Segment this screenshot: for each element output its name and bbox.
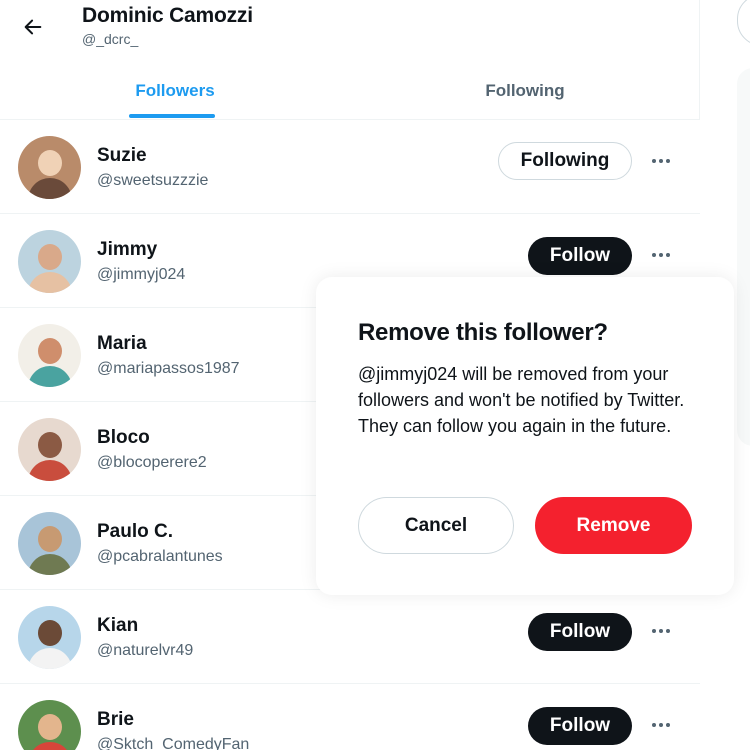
remove-follower-dialog: Remove this follower? @jimmyj024 will be… [316, 277, 734, 595]
follow-button[interactable]: Follow [528, 237, 632, 275]
avatar[interactable] [18, 418, 81, 481]
avatar-head-shape [38, 714, 62, 740]
avatar-head-shape [38, 526, 62, 552]
follower-name[interactable]: Kian [97, 615, 138, 637]
cancel-button[interactable]: Cancel [358, 497, 514, 554]
page-handle: @_dcrc_ [82, 31, 139, 47]
avatar-head-shape [38, 244, 62, 270]
avatar[interactable] [18, 700, 81, 750]
avatar[interactable] [18, 324, 81, 387]
search-box[interactable] [737, 0, 750, 46]
follower-name[interactable]: Bloco [97, 427, 150, 449]
following-button[interactable]: Following [498, 142, 632, 180]
more-options-button[interactable] [646, 240, 676, 270]
active-tab-indicator [129, 114, 215, 118]
back-button[interactable] [14, 8, 52, 46]
follow-button[interactable]: Follow [528, 707, 632, 745]
tab-followers[interactable]: Followers [0, 62, 350, 120]
avatar[interactable] [18, 230, 81, 293]
follower-handle: @sweetsuzzzie [97, 172, 209, 189]
more-options-button[interactable] [646, 146, 676, 176]
more-horizontal-icon [652, 629, 670, 633]
remove-button[interactable]: Remove [535, 497, 692, 554]
avatar-head-shape [38, 338, 62, 364]
avatar-head-shape [38, 432, 62, 458]
tab-bar: Followers Following [0, 62, 700, 120]
follower-handle: @jimmyj024 [97, 266, 186, 283]
profile-header: Dominic Camozzi @_dcrc_ Followers Follow… [0, 0, 700, 120]
avatar[interactable] [18, 606, 81, 669]
more-horizontal-icon [652, 253, 670, 257]
avatar-head-shape [38, 620, 62, 646]
avatar[interactable] [18, 512, 81, 575]
follower-name[interactable]: Suzie [97, 145, 147, 167]
follower-name[interactable]: Jimmy [97, 239, 157, 261]
sidebar-panel [737, 68, 750, 446]
follower-row[interactable]: Brie @Sktch_ComedyFan Follow [0, 684, 700, 750]
app: Dominic Camozzi @_dcrc_ Followers Follow… [0, 0, 750, 750]
dialog-message: @jimmyj024 will be removed from your fol… [358, 364, 685, 436]
follower-name[interactable]: Maria [97, 333, 147, 355]
more-horizontal-icon [652, 723, 670, 727]
follower-row[interactable]: Kian @naturelvr49 Follow [0, 590, 700, 684]
follower-name[interactable]: Paulo C. [97, 521, 173, 543]
page-title: Dominic Camozzi [82, 4, 253, 27]
follower-name[interactable]: Brie [97, 709, 134, 731]
follow-button[interactable]: Follow [528, 613, 632, 651]
follower-handle: @naturelvr49 [97, 642, 194, 659]
follower-row[interactable]: Suzie @sweetsuzzzie Following [0, 120, 700, 214]
avatar[interactable] [18, 136, 81, 199]
avatar-head-shape [38, 150, 62, 176]
tab-following[interactable]: Following [350, 62, 700, 120]
follower-handle: @pcabralantunes [97, 548, 223, 565]
follower-handle: @Sktch_ComedyFan [97, 736, 250, 750]
more-options-button[interactable] [646, 616, 676, 646]
more-options-button[interactable] [646, 710, 676, 740]
follower-handle: @mariapassos1987 [97, 360, 240, 377]
arrow-left-icon [24, 19, 42, 35]
follower-handle: @blocoperere2 [97, 454, 207, 471]
more-horizontal-icon [652, 159, 670, 163]
dialog-title: Remove this follower? [358, 319, 608, 346]
